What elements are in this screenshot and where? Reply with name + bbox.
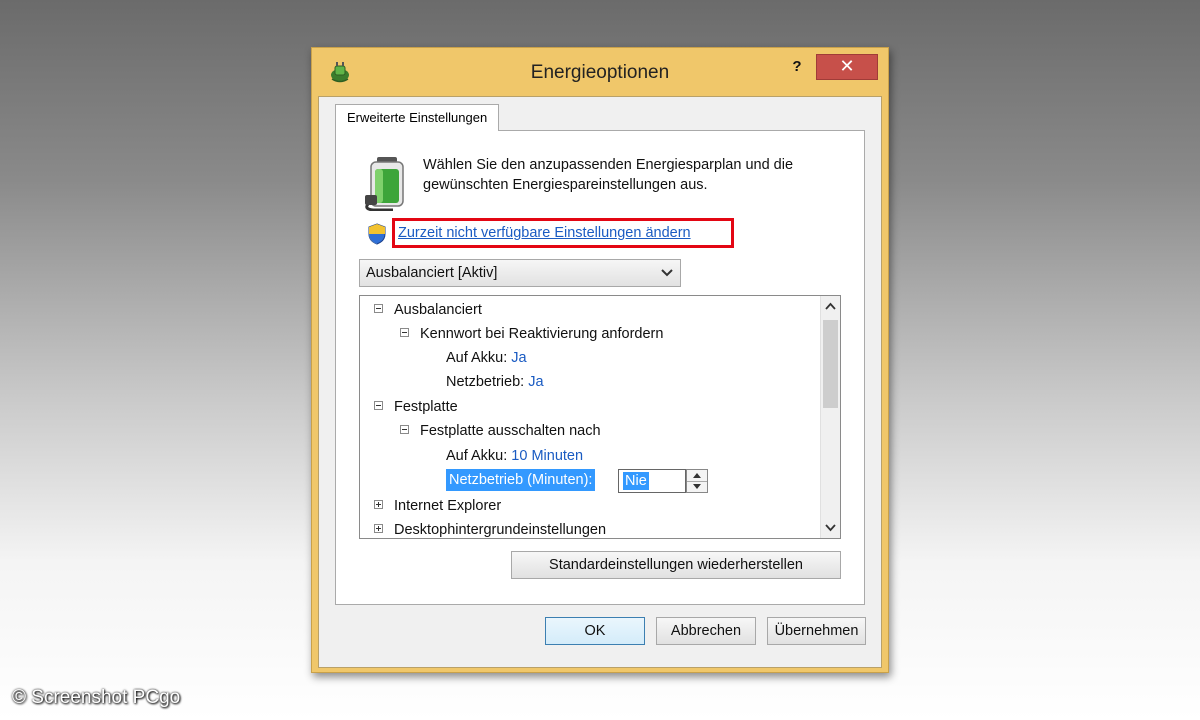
- netzbetrieb-minutes-label: Netzbetrieb (Minuten):: [446, 469, 596, 491]
- advanced-settings-panel: Wählen Sie den anzupassenden Energiespar…: [335, 130, 865, 605]
- collapse-icon[interactable]: [374, 401, 383, 410]
- netzbetrieb-minutes-input[interactable]: Nie: [618, 469, 686, 493]
- tree-item-label: Internet Explorer: [394, 498, 502, 514]
- power-plan-select[interactable]: Ausbalanciert [Aktiv]: [359, 259, 681, 287]
- spin-down-icon[interactable]: [687, 481, 707, 492]
- setting-value[interactable]: Ja: [528, 374, 543, 390]
- collapse-icon[interactable]: [400, 328, 409, 337]
- tree-item-label: Kennwort bei Reaktivierung anfordern: [420, 326, 664, 342]
- tree-item-label: Desktophintergrundeinstellungen: [394, 522, 607, 538]
- restore-defaults-button[interactable]: Standardeinstellungen wiederherstellen: [511, 551, 841, 579]
- chevron-down-icon[interactable]: [821, 518, 840, 536]
- scrollbar-thumb[interactable]: [823, 320, 838, 408]
- setting-label: Auf Akku:: [446, 350, 508, 366]
- battery-plug-icon: [365, 157, 404, 211]
- energy-options-dialog: Energieoptionen ? ✕ Erweiterte Einstellu…: [311, 47, 889, 673]
- ok-button[interactable]: OK: [545, 617, 645, 645]
- apply-button[interactable]: Übernehmen: [767, 617, 866, 645]
- collapse-icon[interactable]: [374, 304, 383, 313]
- tree-scrollbar[interactable]: [820, 296, 840, 538]
- tree-item-label: Festplatte ausschalten nach: [420, 423, 601, 439]
- tree-item-label: Festplatte: [394, 399, 458, 415]
- netzbetrieb-minutes-value: Nie: [623, 472, 649, 490]
- setting-value[interactable]: Ja: [511, 350, 526, 366]
- setting-label: Auf Akku:: [446, 448, 508, 464]
- help-button[interactable]: ?: [784, 56, 810, 78]
- change-unavailable-settings-link[interactable]: Zurzeit nicht verfügbare Einstellungen ä…: [398, 225, 691, 241]
- power-plan-select-value: Ausbalanciert [Aktiv]: [366, 265, 498, 281]
- expand-icon[interactable]: [374, 524, 383, 533]
- chevron-up-icon[interactable]: [821, 298, 840, 316]
- tree-item-kennwort-netz[interactable]: Netzbetrieb: Ja: [446, 370, 544, 394]
- dialog-client-area: Erweiterte Einstellungen Wählen Sie den …: [318, 96, 882, 668]
- tree-item-kennwort-akku[interactable]: Auf Akku: Ja: [446, 346, 527, 370]
- cancel-button[interactable]: Abbrechen: [656, 617, 756, 645]
- chevron-down-icon: [661, 269, 673, 277]
- setting-label: Netzbetrieb:: [446, 374, 525, 390]
- tree-item-label: Ausbalanciert: [394, 302, 482, 318]
- uac-shield-icon: [368, 223, 386, 245]
- screenshot-watermark: © Screenshot PCgo: [12, 687, 181, 708]
- tab-advanced-settings[interactable]: Erweiterte Einstellungen: [335, 104, 500, 131]
- intro-text: Wählen Sie den anzupassenden Energiespar…: [423, 157, 794, 193]
- close-button[interactable]: ✕: [816, 54, 878, 80]
- tree-item-festplatte-akku[interactable]: Auf Akku: 10 Minuten: [446, 444, 583, 468]
- spin-buttons: [686, 469, 708, 493]
- expand-icon[interactable]: [374, 500, 383, 509]
- title-bar[interactable]: Energieoptionen ? ✕: [312, 48, 888, 96]
- collapse-icon[interactable]: [400, 425, 409, 434]
- settings-tree[interactable]: Ausbalanciert Kennwort bei Reaktivierung…: [359, 295, 841, 539]
- setting-value[interactable]: 10 Minuten: [511, 448, 583, 464]
